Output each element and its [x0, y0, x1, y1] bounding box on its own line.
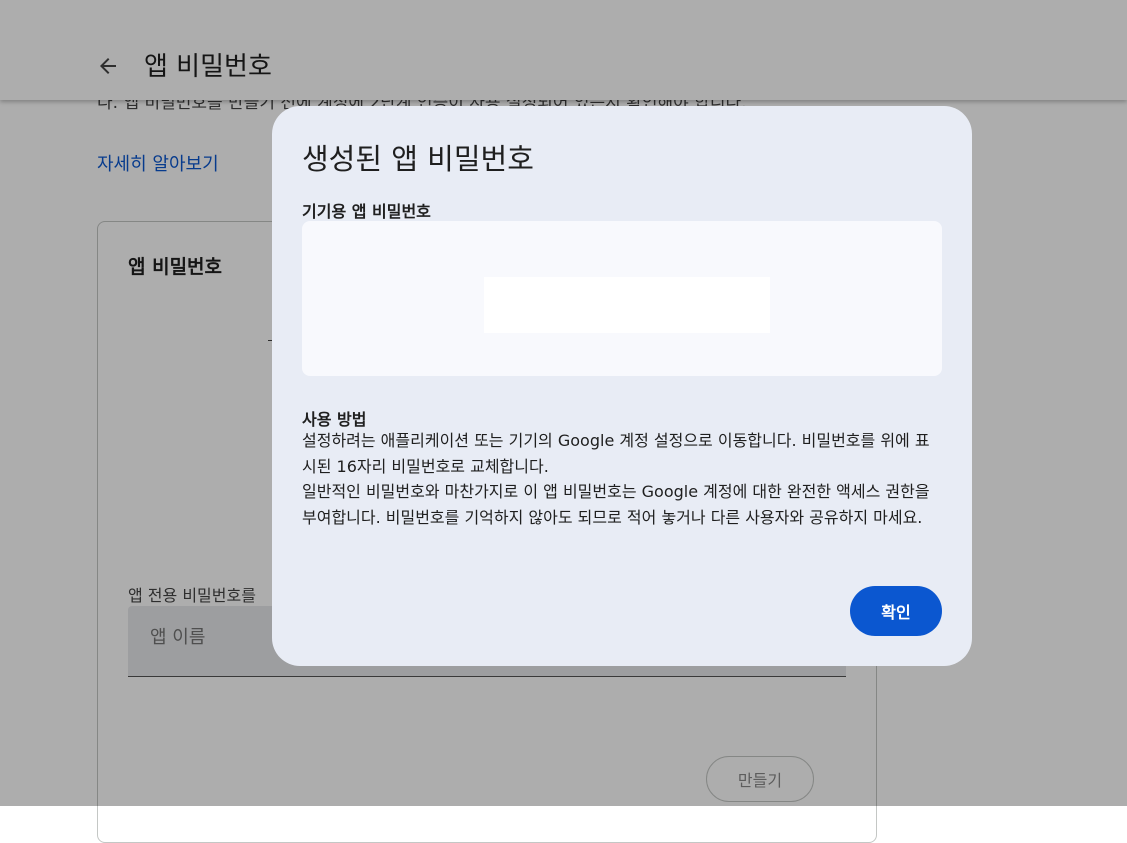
redacted-password [484, 277, 770, 333]
usage-instructions: 설정하려는 애플리케이션 또는 기기의 Google 계정 설정으로 이동합니다… [302, 428, 944, 530]
usage-paragraph-2: 일반적인 비밀번호와 마찬가지로 이 앱 비밀번호는 Google 계정에 대한… [302, 482, 930, 527]
password-label: 기기용 앱 비밀번호 [302, 202, 431, 221]
usage-paragraph-1: 설정하려는 애플리케이션 또는 기기의 Google 계정 설정으로 이동합니다… [302, 431, 930, 476]
generated-password-dialog: 생성된 앱 비밀번호 기기용 앱 비밀번호 사용 방법 설정하려는 애플리케이션… [272, 106, 972, 666]
usage-title: 사용 방법 [302, 410, 367, 429]
password-box [302, 221, 942, 376]
confirm-button[interactable]: 확인 [850, 586, 942, 636]
dialog-title: 생성된 앱 비밀번호 [302, 142, 534, 176]
